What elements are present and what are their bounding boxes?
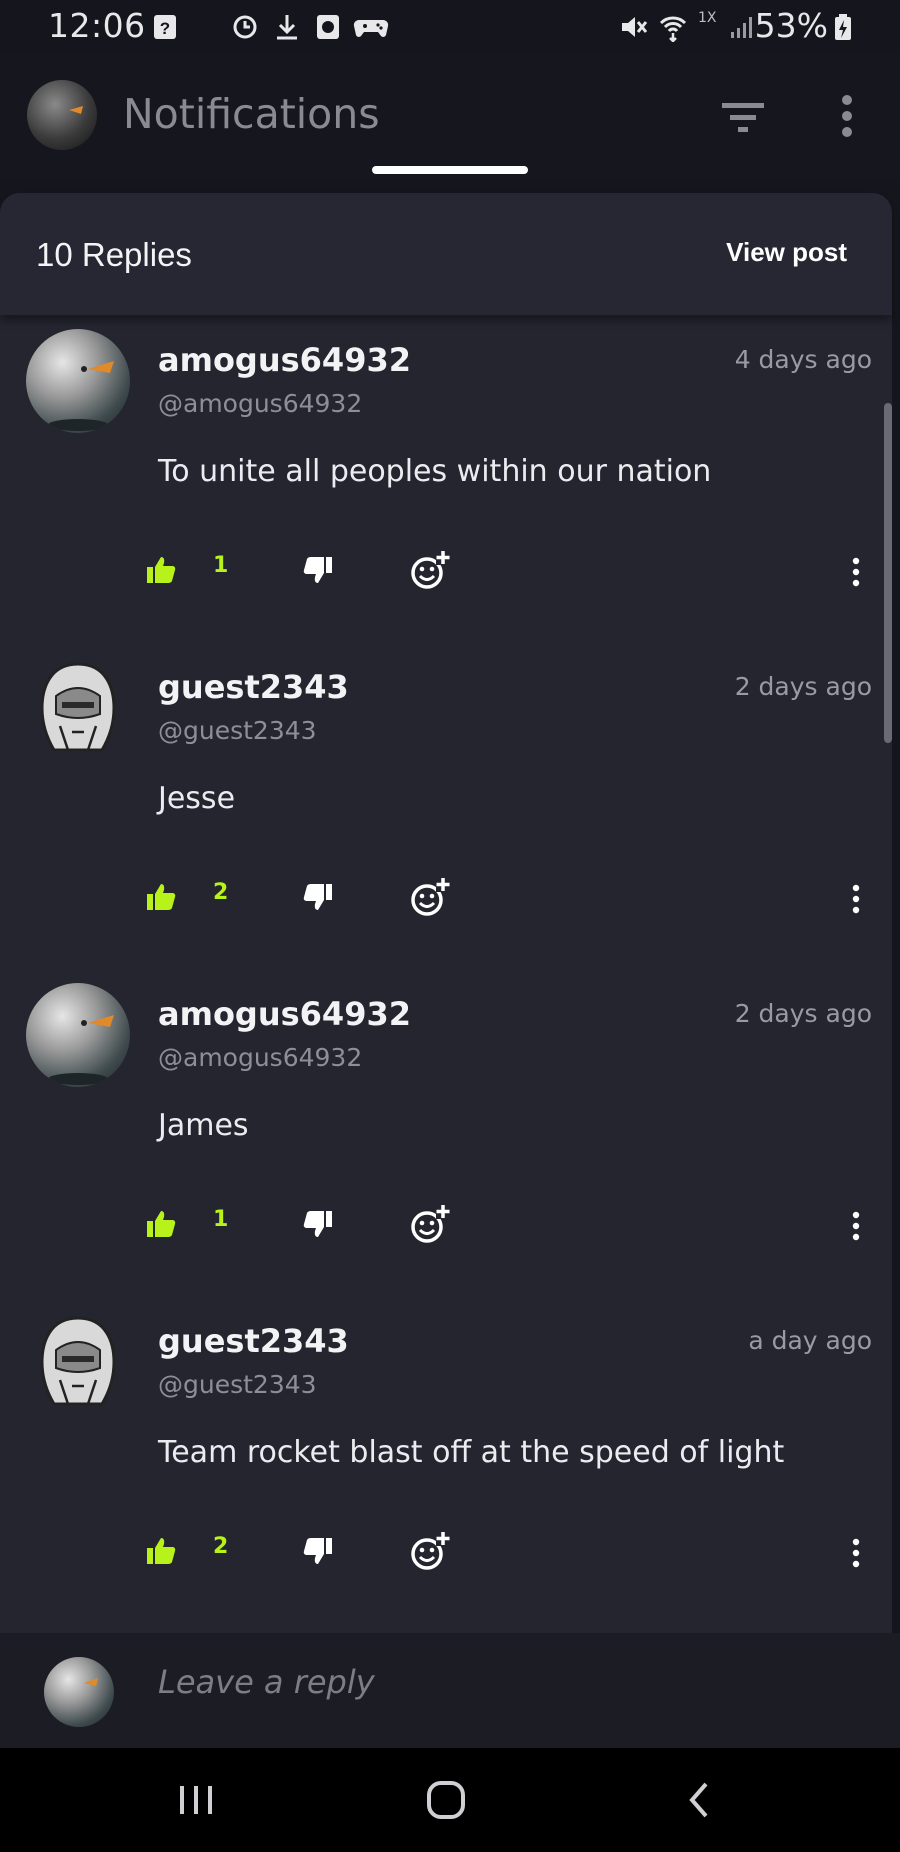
comment-username[interactable]: amogus64932 xyxy=(158,995,411,1033)
commenter-avatar[interactable] xyxy=(26,656,130,760)
battery-level: 53% xyxy=(754,6,828,45)
signal-icon xyxy=(731,17,752,38)
status-time: 12:06 xyxy=(48,6,146,45)
comment-username[interactable]: amogus64932 xyxy=(158,341,411,379)
comment-text: Team rocket blast off at the speed of li… xyxy=(158,1435,785,1470)
thumbs-down-icon[interactable] xyxy=(303,1536,333,1566)
status-bar: 12:06 ? 1X 53% xyxy=(0,0,900,52)
thumbs-up-icon[interactable] xyxy=(146,1209,176,1239)
comment-text: James xyxy=(158,1108,249,1143)
home-icon[interactable] xyxy=(424,1778,468,1822)
reply-bar: Leave a reply xyxy=(0,1633,900,1748)
mute-icon xyxy=(622,17,648,37)
commenter-avatar[interactable] xyxy=(26,329,130,433)
comment-actions: 1 xyxy=(0,1201,892,1251)
hooded-figure-avatar-icon xyxy=(40,1316,116,1406)
sheet-drag-handle[interactable] xyxy=(372,166,528,174)
comment-item: amogus64932 @amogus64932 2 days ago James 1 xyxy=(0,983,892,1309)
commenter-avatar[interactable] xyxy=(26,983,130,1087)
comment-text: Jesse xyxy=(158,781,236,816)
sheet-header: 10 Replies View post xyxy=(0,193,892,315)
thumbs-down-icon[interactable] xyxy=(303,882,333,912)
comment-username[interactable]: guest2343 xyxy=(158,1322,349,1360)
duck-avatar-icon xyxy=(84,1678,98,1686)
hooded-figure-avatar-icon xyxy=(40,662,116,752)
like-count: 2 xyxy=(213,1534,229,1559)
comment-more-icon[interactable] xyxy=(850,884,862,914)
comment-more-icon[interactable] xyxy=(850,557,862,587)
add-reaction-icon[interactable] xyxy=(410,1201,450,1245)
comment-item: amogus64932 @amogus64932 4 days ago To unit… xyxy=(0,329,892,655)
view-post-button[interactable]: View post xyxy=(726,237,847,268)
like-count: 2 xyxy=(213,880,229,905)
thumbs-down-icon[interactable] xyxy=(303,1209,333,1239)
comment-handle: @amogus64932 xyxy=(158,389,363,418)
comment-timestamp: a day ago xyxy=(748,1326,872,1355)
system-nav-bar xyxy=(0,1748,900,1852)
profile-avatar[interactable] xyxy=(27,80,97,150)
reply-input[interactable]: Leave a reply xyxy=(158,1663,375,1701)
sync-icon xyxy=(233,15,257,39)
comment-text: To unite all peoples within our nation xyxy=(158,454,712,489)
commenter-avatar[interactable] xyxy=(26,1310,130,1414)
thumbs-up-icon[interactable] xyxy=(146,882,176,912)
ball-avatar-icon xyxy=(48,361,114,431)
like-count: 1 xyxy=(213,1207,229,1232)
comment-handle: @guest2343 xyxy=(158,716,317,745)
comment-timestamp: 2 days ago xyxy=(734,999,872,1028)
add-reaction-icon[interactable] xyxy=(410,1528,450,1572)
comment-handle: @amogus64932 xyxy=(158,1043,363,1072)
filter-icon[interactable] xyxy=(722,99,764,135)
back-icon[interactable] xyxy=(678,1778,722,1822)
thumbs-down-icon[interactable] xyxy=(303,555,333,585)
replies-sheet: 10 Replies View post amogus64932 @amogus6… xyxy=(0,193,892,1633)
network-type: 1X xyxy=(698,10,717,26)
duck-avatar-icon xyxy=(69,106,83,114)
comment-actions: 2 xyxy=(0,874,892,924)
like-count: 1 xyxy=(213,553,229,578)
ball-avatar-icon xyxy=(48,1015,114,1085)
comment-username[interactable]: guest2343 xyxy=(158,668,349,706)
app-header: Notifications xyxy=(0,52,900,180)
unknown-app-icon: ? xyxy=(154,15,176,39)
comment-more-icon[interactable] xyxy=(850,1538,862,1568)
screen-recorder-icon xyxy=(317,15,339,39)
replies-count-title: 10 Replies xyxy=(36,236,192,273)
comment-item: guest2343 @guest2343 a day ago Team rocket … xyxy=(0,1310,892,1636)
comment-actions: 2 xyxy=(0,1528,892,1578)
gamepad-icon xyxy=(353,19,389,37)
thumbs-up-icon[interactable] xyxy=(146,1536,176,1566)
download-icon xyxy=(277,15,297,40)
svg-text:?: ? xyxy=(160,19,170,38)
more-options-icon[interactable] xyxy=(836,94,858,138)
comment-item: guest2343 @guest2343 2 days ago Jesse 2 xyxy=(0,656,892,982)
thumbs-up-icon[interactable] xyxy=(146,555,176,585)
comment-timestamp: 2 days ago xyxy=(734,672,872,701)
my-avatar xyxy=(44,1657,114,1727)
comment-actions: 1 xyxy=(0,547,892,597)
add-reaction-icon[interactable] xyxy=(410,547,450,591)
page-title: Notifications xyxy=(123,90,380,138)
add-reaction-icon[interactable] xyxy=(410,874,450,918)
comment-timestamp: 4 days ago xyxy=(734,345,872,374)
comment-more-icon[interactable] xyxy=(850,1211,862,1241)
wifi-icon xyxy=(659,16,687,42)
recent-apps-icon[interactable] xyxy=(174,1778,218,1822)
comment-handle: @guest2343 xyxy=(158,1370,317,1399)
battery-charging-icon xyxy=(835,14,851,40)
